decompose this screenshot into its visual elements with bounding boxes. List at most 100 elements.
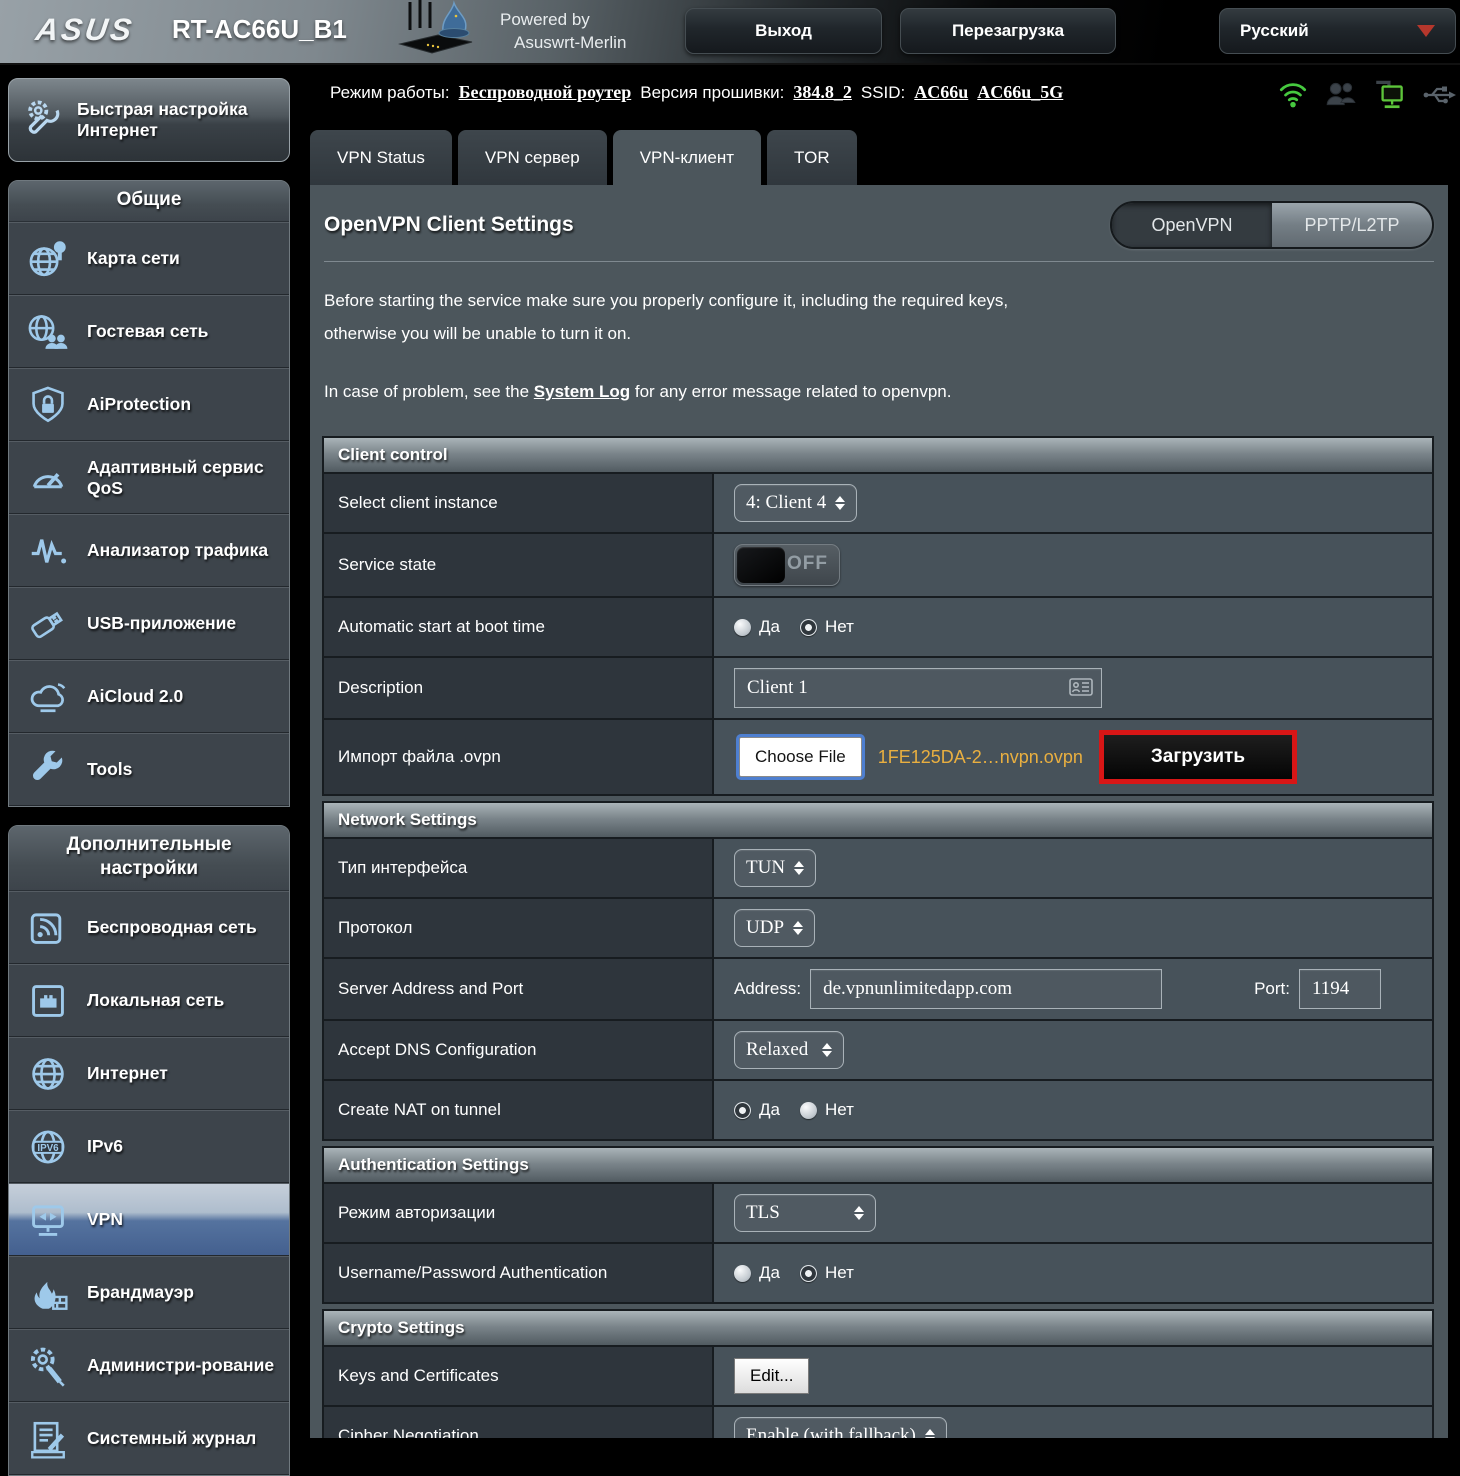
log-document-icon <box>19 1418 77 1460</box>
language-label: Русский <box>1240 21 1309 40</box>
intro-text: Before starting the service make sure yo… <box>324 291 1009 343</box>
service-state-toggle[interactable]: OFF <box>734 544 840 586</box>
ssid-5g-link[interactable]: AC66u_5G <box>977 82 1063 103</box>
language-dropdown[interactable]: Русский <box>1219 8 1456 54</box>
authentication-settings-header: Authentication Settings <box>324 1148 1432 1182</box>
interface-type-label: Тип интерфейса <box>324 839 712 897</box>
tab-vpn-server[interactable]: VPN сервер <box>457 130 607 185</box>
ssid-24-link[interactable]: AC66u <box>914 82 968 103</box>
table-row: Режим авторизации TLS <box>324 1182 1432 1242</box>
lan-port-icon <box>19 980 77 1022</box>
sidebar-item-lan[interactable]: Локальная сеть <box>9 964 289 1037</box>
asus-logo: ASUS <box>33 12 137 47</box>
traffic-pulse-icon <box>19 531 77 571</box>
interface-type-select[interactable]: TUN <box>734 849 817 887</box>
openvpn-toggle-button[interactable]: OpenVPN <box>1112 203 1272 247</box>
sidebar-section-general: Общие Карта сети Гостевая сеть AiProtect… <box>8 180 290 807</box>
choose-file-button[interactable]: Choose File <box>736 734 865 780</box>
globe-icon <box>19 1053 77 1095</box>
cipher-negotiation-select[interactable]: Enable (with fallback) <box>734 1417 947 1438</box>
sidebar-item-traffic-analyzer[interactable]: Анализатор трафика <box>9 514 289 587</box>
autostart-no-radio[interactable] <box>799 618 817 636</box>
cipher-negotiation-label: Cipher Negotiation <box>324 1407 712 1438</box>
sidebar-item-wireless[interactable]: Беспроводная сеть <box>9 891 289 964</box>
select-arrows-icon <box>854 1206 864 1220</box>
auth-mode-label: Режим авторизации <box>324 1184 712 1242</box>
mode-label: Режим работы: <box>330 82 450 102</box>
accept-dns-select[interactable]: Relaxed <box>734 1031 845 1069</box>
client-instance-select[interactable]: 4: Client 4 <box>734 484 858 522</box>
autostart-yes-label: Да <box>759 617 780 636</box>
keys-certificates-label: Keys and Certificates <box>324 1347 712 1405</box>
sidebar-item-usb-application[interactable]: USB-приложение <box>9 587 289 660</box>
usb-status-icon[interactable] <box>1421 78 1457 110</box>
userpass-yes-radio[interactable] <box>734 1264 751 1282</box>
main-panel: OpenVPN Client Settings OpenVPN PPTP/L2T… <box>310 185 1448 1438</box>
table-row: Протокол UDP <box>324 897 1432 957</box>
userpass-no-radio[interactable] <box>799 1264 817 1282</box>
crypto-settings-header: Crypto Settings <box>324 1311 1432 1345</box>
router-merlin-illustration <box>388 0 488 67</box>
sidebar-item-firewall[interactable]: Брандмауэр <box>9 1256 289 1329</box>
sidebar-item-system-log[interactable]: Системный журнал <box>9 1402 289 1475</box>
sidebar-item-guest-network[interactable]: Гостевая сеть <box>9 295 289 368</box>
accept-dns-label: Accept DNS Configuration <box>324 1021 712 1079</box>
chevron-down-icon <box>1417 25 1435 37</box>
sidebar-item-wan[interactable]: Интернет <box>9 1037 289 1110</box>
sidebar-item-network-map[interactable]: Карта сети <box>9 222 289 295</box>
description-input[interactable] <box>734 668 1102 708</box>
select-arrows-icon <box>794 861 805 875</box>
sidebar-item-aiprotection[interactable]: AiProtection <box>9 368 289 441</box>
table-row: Create NAT on tunnel Да Нет <box>324 1079 1432 1139</box>
table-row: Тип интерфейса TUN <box>324 837 1432 897</box>
tab-vpn-client[interactable]: VPN-клиент <box>612 130 762 185</box>
service-state-label: Service state <box>324 534 712 596</box>
sidebar-item-aicloud[interactable]: AiCloud 2.0 <box>9 660 289 733</box>
autostart-yes-radio[interactable] <box>734 618 751 636</box>
nat-no-label: Нет <box>824 1100 854 1119</box>
upload-button[interactable]: Загрузить <box>1098 730 1298 784</box>
wired-client-icon[interactable] <box>1372 78 1408 110</box>
table-row: Accept DNS Configuration Relaxed <box>324 1019 1432 1079</box>
nat-no-radio[interactable] <box>799 1101 817 1119</box>
system-log-link[interactable]: System Log <box>534 382 630 401</box>
tab-vpn-status[interactable]: VPN Status <box>310 130 452 185</box>
autostart-label: Automatic start at boot time <box>324 598 712 656</box>
description-label: Description <box>324 658 712 718</box>
edit-keys-button[interactable]: Edit... <box>734 1358 810 1394</box>
mode-link[interactable]: Беспроводной роутер <box>459 82 632 103</box>
pptp-l2tp-toggle-button[interactable]: PPTP/L2TP <box>1272 203 1432 247</box>
logout-button[interactable]: Выход <box>685 8 882 54</box>
wrench-icon <box>19 750 77 790</box>
sidebar-item-vpn[interactable]: VPN <box>9 1183 289 1256</box>
server-port-input[interactable] <box>1299 969 1381 1009</box>
firmware-link[interactable]: 384.8_2 <box>793 82 852 103</box>
wifi-status-icon[interactable] <box>1276 78 1310 110</box>
sidebar-item-qos[interactable]: Адаптивный сервис QoS <box>9 441 289 514</box>
network-settings-table: Network Settings Тип интерфейса TUN Прот… <box>322 801 1434 1141</box>
quick-setup-icon <box>19 98 65 143</box>
table-row: Description <box>324 656 1432 718</box>
protocol-select[interactable]: UDP <box>734 909 816 947</box>
table-row: Select client instance 4: Client 4 <box>324 472 1432 532</box>
reboot-button[interactable]: Перезагрузка <box>900 8 1116 54</box>
sidebar-quick-setup-button[interactable]: Быстрая настройка Интернет <box>8 78 290 162</box>
table-row: Service state OFF <box>324 532 1432 596</box>
tab-tor[interactable]: TOR <box>767 130 857 185</box>
cloud-icon <box>19 677 77 717</box>
clients-icon[interactable] <box>1323 78 1359 110</box>
sidebar-item-administration[interactable]: Администри-рование <box>9 1329 289 1402</box>
client-control-header: Client control <box>324 438 1432 472</box>
sidebar-item-ipv6[interactable]: IPv6 <box>9 1110 289 1183</box>
server-address-input[interactable] <box>810 969 1163 1009</box>
server-address-label: Server Address and Port <box>324 959 712 1019</box>
auth-mode-select[interactable]: TLS <box>734 1194 876 1232</box>
sidebar-item-tools[interactable]: Tools <box>9 733 289 806</box>
select-arrows-icon <box>924 1429 935 1438</box>
router-model: RT-AC66U_B1 <box>172 14 347 44</box>
ovpn-import-label: Импорт файла .ovpn <box>324 720 712 794</box>
autostart-no-label: Нет <box>824 617 854 636</box>
address-label: Address: <box>734 979 802 998</box>
nat-yes-radio[interactable] <box>734 1101 751 1119</box>
select-arrows-icon <box>793 921 804 935</box>
